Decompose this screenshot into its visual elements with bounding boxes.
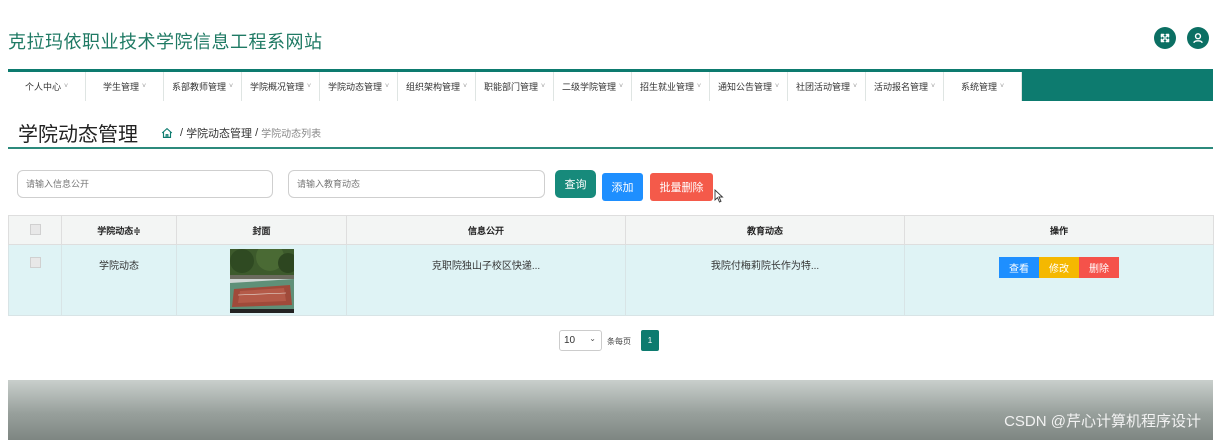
caret-down-icon: ˅ [999, 83, 1005, 90]
user-icon[interactable] [1187, 27, 1209, 49]
heading-divider [8, 147, 1213, 149]
row-select-cell [8, 244, 62, 316]
batch-delete-button[interactable]: 批量删除 [650, 173, 713, 201]
sort-icon[interactable]: ≑ [133, 226, 141, 236]
query-button[interactable]: 查询 [555, 170, 596, 198]
column-header-info-public: 信息公开 [346, 215, 626, 245]
breadcrumb-item-module[interactable]: 学院动态管理 [186, 125, 252, 141]
info-public-search-input[interactable] [17, 170, 273, 198]
nav-item-label: 组织架构管理 [405, 82, 460, 92]
caret-down-icon: ˅ [228, 83, 234, 90]
cell-category: 学院动态 [61, 244, 177, 316]
main-nav-bar: 个人中心 ˅ 学生管理 ˅ 系部教师管理 ˅ 学院概况管理 ˅ 学院动态管理 ˅ 组织架构管理 ˅ 职能… [8, 69, 1213, 101]
caret-down-icon: ˅ [384, 83, 390, 90]
cell-info-public: 克职院独山子校区快递... [346, 244, 626, 316]
nav-item-label: 通知公告管理 [717, 82, 772, 92]
caret-down-icon: ˅ [63, 83, 69, 90]
nav-item-1[interactable]: 个人中心 ˅ [8, 72, 86, 101]
nav-item-label: 个人中心 [24, 82, 61, 92]
page-heading: 学院动态管理 / 学院动态管理 / 学院动态列表 [18, 118, 321, 147]
cell-actions: 查看 修改 删除 [904, 244, 1214, 316]
watermark: CSDN @芹心计算机程序设计 [1004, 413, 1201, 430]
view-button[interactable]: 查看 [999, 257, 1039, 278]
edu-news-search-input[interactable] [288, 170, 545, 198]
nav-item-label: 社团活动管理 [795, 82, 850, 92]
row-checkbox[interactable] [29, 257, 41, 268]
column-header-cover: 封面 [176, 215, 347, 245]
caret-down-icon: ˅ [774, 83, 780, 90]
caret-down-icon: ˅ [618, 83, 624, 90]
column-header-actions: 操作 [904, 215, 1214, 245]
delete-button[interactable]: 删除 [1079, 257, 1119, 278]
chevron-down-icon: ⌄ [589, 334, 596, 343]
page-size-select[interactable]: 10 ⌄ [559, 330, 602, 351]
page-number-button[interactable]: 1 [641, 330, 659, 351]
caret-down-icon: ˅ [696, 83, 702, 90]
nav-item-8[interactable]: 二级学院管理 ˅ [554, 72, 632, 101]
mouse-cursor-icon [714, 189, 724, 203]
table-header-row: 学院动态≑ 封面 信息公开 教育动态 操作 [8, 215, 1214, 245]
page-size-value: 10 [564, 335, 576, 346]
caret-down-icon: ˅ [930, 83, 936, 90]
add-button[interactable]: 添加 [602, 173, 643, 201]
nav-menu: 个人中心 ˅ 学生管理 ˅ 系部教师管理 ˅ 学院概况管理 ˅ 学院动态管理 ˅ 组织架构管理 ˅ 职能… [8, 69, 1022, 101]
nav-item-label: 系部教师管理 [171, 82, 226, 92]
caret-down-icon: ˅ [852, 83, 858, 90]
cell-edu-news: 我院付梅莉院长作为特... [625, 244, 905, 316]
breadcrumb-item-current: 学院动态列表 [261, 129, 322, 140]
nav-item-9[interactable]: 招生就业管理 ˅ [632, 72, 710, 101]
cover-image [229, 249, 294, 313]
site-title: 克拉玛依职业技术学院信息工程系网站 [8, 32, 323, 52]
nav-item-6[interactable]: 组织架构管理 ˅ [398, 72, 476, 101]
caret-down-icon: ˅ [462, 83, 468, 90]
nav-item-10[interactable]: 通知公告管理 ˅ [710, 72, 788, 101]
nav-item-label: 活动报名管理 [873, 82, 928, 92]
breadcrumb: / 学院动态管理 / 学院动态列表 [160, 125, 321, 141]
top-clipped-caption [0, 0, 1217, 10]
nav-item-5[interactable]: 学院动态管理 ˅ [320, 72, 398, 101]
column-header-category[interactable]: 学院动态≑ [61, 215, 177, 245]
per-page-label: 条每页 [607, 337, 631, 346]
cell-cover [176, 244, 347, 316]
nav-item-label: 学院动态管理 [327, 82, 382, 92]
nav-item-label: 职能部门管理 [483, 82, 538, 92]
nav-item-3[interactable]: 系部教师管理 ˅ [164, 72, 242, 101]
fullscreen-icon[interactable] [1154, 27, 1176, 49]
edit-button[interactable]: 修改 [1039, 257, 1079, 278]
home-icon[interactable] [160, 126, 174, 140]
breadcrumb-separator: / [180, 126, 184, 139]
caret-down-icon: ˅ [540, 83, 546, 90]
nav-item-11[interactable]: 社团活动管理 ˅ [788, 72, 866, 101]
nav-item-label: 系统管理 [960, 82, 997, 92]
caret-down-icon: ˅ [141, 83, 147, 90]
news-table: 学院动态≑ 封面 信息公开 教育动态 操作 学院动态 克职院独山子校区快递...… [8, 215, 1214, 316]
column-header-edu-news: 教育动态 [625, 215, 905, 245]
caret-down-icon: ˅ [306, 83, 312, 90]
nav-item-2[interactable]: 学生管理 ˅ [86, 72, 164, 101]
select-all-checkbox[interactable] [29, 223, 41, 235]
nav-item-12[interactable]: 活动报名管理 ˅ [866, 72, 944, 101]
page-title: 学院动态管理 [18, 124, 138, 146]
nav-item-label: 学生管理 [102, 82, 139, 92]
nav-item-label: 学院概况管理 [249, 82, 304, 92]
row-actions: 查看 修改 删除 [905, 257, 1213, 278]
select-all-header [8, 215, 62, 245]
nav-item-label: 二级学院管理 [561, 82, 616, 92]
table-row: 学院动态 克职院独山子校区快递... 我院付梅莉院长作为特... 查看 修改 删… [8, 244, 1214, 316]
nav-item-4[interactable]: 学院概况管理 ˅ [242, 72, 320, 101]
breadcrumb-separator: / [255, 126, 259, 139]
nav-item-7[interactable]: 职能部门管理 ˅ [476, 72, 554, 101]
nav-item-13[interactable]: 系统管理 ˅ [944, 72, 1022, 101]
nav-item-label: 招生就业管理 [639, 82, 694, 92]
